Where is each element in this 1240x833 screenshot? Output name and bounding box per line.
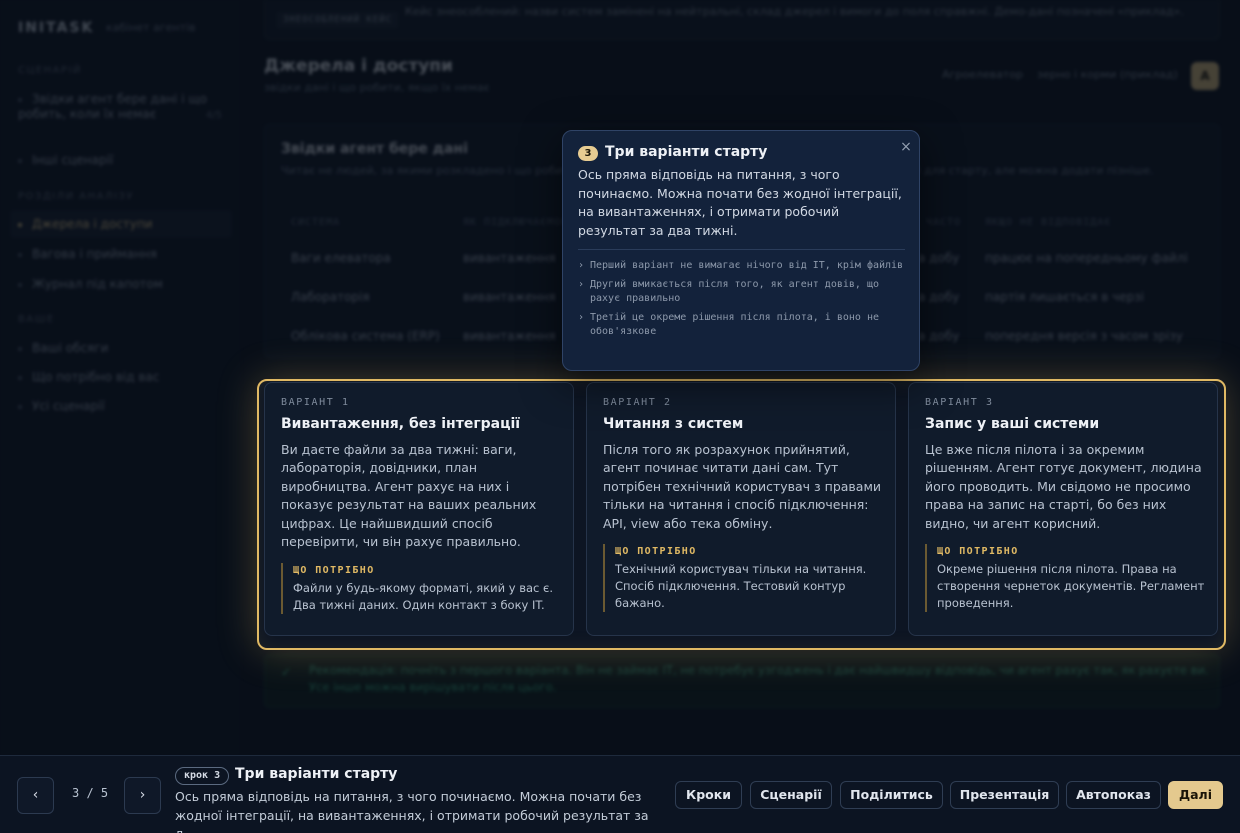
step-counter: 3 / 5 <box>72 786 109 800</box>
requirements-text: Файли у будь-якому форматі, який у вас є… <box>293 581 553 612</box>
popover-body: Ось пряма відповідь на питання, з чого п… <box>578 167 902 238</box>
variant-number: ВАРІАНТ 1 <box>281 397 350 408</box>
next-button[interactable]: Далі <box>1168 781 1223 809</box>
variant-requirements: ЩО ПОТРІБНО Технічний користувач тільки … <box>603 544 885 612</box>
requirements-label: ЩО ПОТРІБНО <box>937 546 1019 557</box>
variant-text: Ви даєте файли за два тижні: ваги, лабор… <box>281 442 537 550</box>
next-step-arrow-button[interactable]: › <box>124 777 161 814</box>
requirements-text: Окреме рішення після пілота. Права на ст… <box>937 562 1205 610</box>
share-button[interactable]: Поділитись <box>840 781 943 809</box>
variant-text: Після того як розрахунок прийнятий, аген… <box>603 442 882 531</box>
variant-requirements: ЩО ПОТРІБНО Окреме рішення після пілота.… <box>925 544 1207 612</box>
requirements-text: Технічний користувач тільки на читання. … <box>615 562 867 610</box>
variant-text: Це вже після пілота і за окремим рішення… <box>925 442 1202 531</box>
presentation-button[interactable]: Презентація <box>950 781 1059 809</box>
popover-notes: › Перший варіант не вимагає нічого від IT… <box>578 259 908 344</box>
note-text: Третій це окреме рішення після пілота, і… <box>590 311 879 338</box>
autoplay-button[interactable]: Автопоказ <box>1066 781 1161 809</box>
requirements-label: ЩО ПОТРІБНО <box>615 546 697 557</box>
tour-bottom-bar: ‹ 3 / 5 › крок 3 Три варіанти старту Ось… <box>0 755 1240 833</box>
variant-card-2[interactable]: ВАРІАНТ 2 Читання з систем Після того як… <box>586 382 896 636</box>
scenarios-button[interactable]: Сценарії <box>750 781 832 809</box>
variant-title: Запис у ваші системи <box>925 416 1100 432</box>
note-text: Другий вмикається після того, як агент д… <box>590 278 879 305</box>
step-badge: 3 <box>578 146 598 161</box>
tour-popover: 3 Три варіанти старту × Ось пряма відпов… <box>562 130 920 371</box>
variant-number: ВАРІАНТ 2 <box>603 397 672 408</box>
list-item: › Перший варіант не вимагає нічого від IT… <box>578 259 908 274</box>
variant-requirements: ЩО ПОТРІБНО Файли у будь-якому форматі, … <box>281 563 563 614</box>
variant-title: Вивантаження, без інтеграції <box>281 416 521 432</box>
variant-card-1[interactable]: ВАРІАНТ 1 Вивантаження, без інтеграції В… <box>264 382 574 636</box>
variant-card-3[interactable]: ВАРІАНТ 3 Запис у ваші системи Це вже пі… <box>908 382 1218 636</box>
chevron-right-icon: › <box>578 278 585 290</box>
chevron-right-icon: › <box>578 260 585 271</box>
note-text: Перший варіант не вимагає нічого від IT,… <box>590 260 904 271</box>
requirements-label: ЩО ПОТРІБНО <box>293 565 375 576</box>
step-description: Ось пряма відповідь на питання, з чого п… <box>175 789 649 833</box>
previous-step-button[interactable]: ‹ <box>17 777 54 814</box>
variant-title: Читання з систем <box>603 416 744 432</box>
step-title: Три варіанти старту <box>235 766 398 782</box>
popover-title: Три варіанти старту <box>605 144 768 160</box>
close-icon[interactable]: × <box>897 138 915 156</box>
list-item: › Третій це окреме рішення після пілота, … <box>578 311 908 340</box>
divider <box>578 249 905 250</box>
list-item: › Другий вмикається після того, як агент … <box>578 278 908 307</box>
variant-number: ВАРІАНТ 3 <box>925 397 994 408</box>
chevron-right-icon: › <box>578 311 585 323</box>
step-pill: крок 3 <box>175 767 230 785</box>
steps-button[interactable]: Кроки <box>675 781 742 809</box>
